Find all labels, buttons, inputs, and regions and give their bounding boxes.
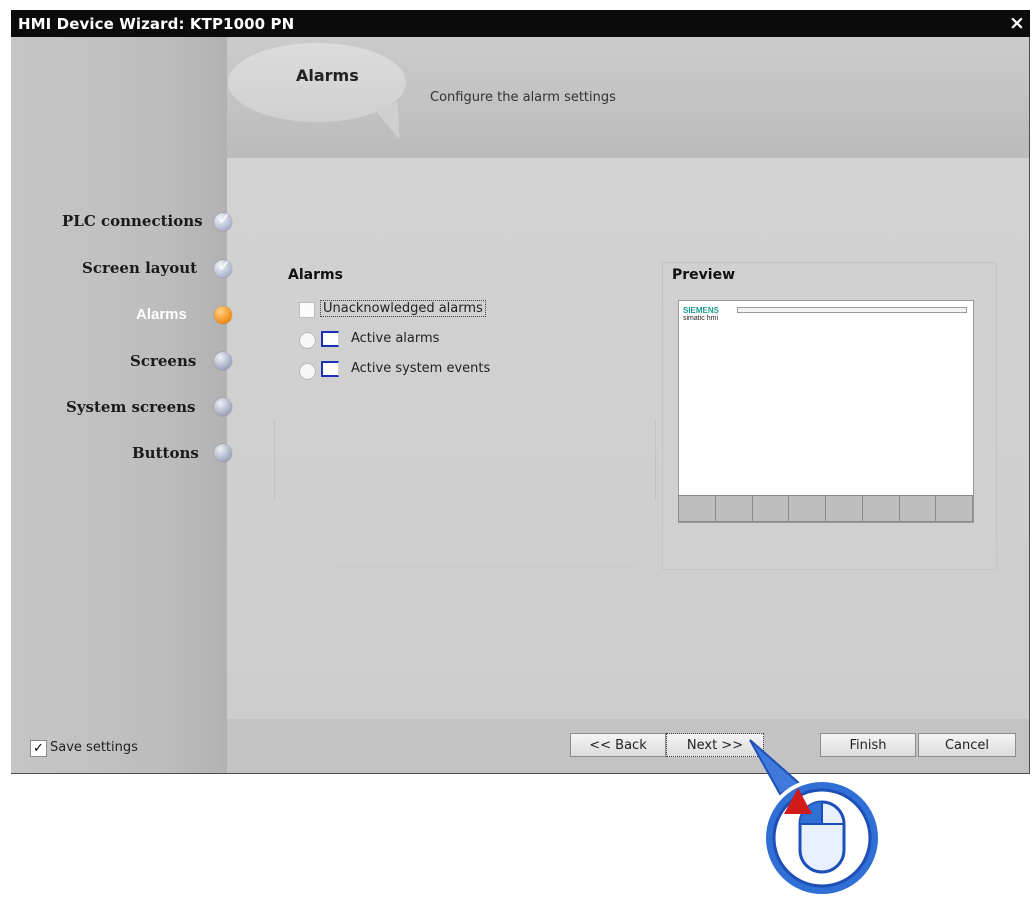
active-system-events-toggle[interactable] (299, 363, 316, 380)
alarm-window-icon (321, 331, 339, 347)
cancel-button[interactable]: Cancel (918, 733, 1016, 757)
unacknowledged-alarms-checkbox[interactable] (299, 302, 315, 318)
preview-screen: SIEMENS simatic hmi (678, 300, 974, 523)
function-key (825, 495, 863, 522)
function-key (861, 495, 900, 522)
group-divider (336, 566, 636, 567)
completed-check-icon (214, 210, 232, 231)
group-divider (655, 420, 656, 500)
nav-item-screen-layout[interactable]: Screen layout (82, 259, 206, 283)
function-key (678, 495, 716, 522)
pending-step-icon (214, 352, 232, 370)
active-alarms-label[interactable]: Active alarms (351, 331, 439, 346)
step-title: Alarms (296, 66, 359, 85)
mouse-left-click-icon (749, 739, 882, 898)
title-bar: HMI Device Wizard: KTP1000 PN × (11, 10, 1030, 37)
pending-step-icon (214, 398, 232, 416)
simatic-hmi-label: simatic hmi (683, 315, 719, 322)
alarm-window-icon (321, 361, 339, 377)
window-title: HMI Device Wizard: KTP1000 PN (18, 15, 295, 33)
close-icon[interactable]: × (1006, 12, 1028, 34)
active-system-events-label[interactable]: Active system events (351, 361, 490, 376)
nav-item-plc-connections[interactable]: PLC connections (62, 212, 206, 236)
active-alarms-toggle[interactable] (299, 332, 316, 349)
preview-alarm-line (737, 307, 967, 313)
mouse-click-callout (740, 732, 890, 898)
nav-item-buttons[interactable]: Buttons (132, 444, 206, 468)
function-key (714, 495, 753, 522)
preview-function-keys (678, 495, 973, 522)
nav-item-alarms[interactable]: Alarms (136, 306, 206, 330)
save-settings-label[interactable]: Save settings (50, 740, 138, 755)
function-key (751, 495, 790, 522)
unacknowledged-alarms-label[interactable]: Unacknowledged alarms (320, 300, 486, 317)
alarms-group-title: Alarms (288, 267, 343, 283)
function-key (788, 495, 826, 522)
function-key (935, 495, 973, 522)
save-settings-checkbox[interactable]: ✓ (30, 740, 47, 757)
current-step-icon (214, 306, 232, 324)
pending-step-icon (214, 444, 232, 462)
step-description: Configure the alarm settings (430, 90, 616, 105)
siemens-logo: SIEMENS (683, 306, 720, 315)
nav-item-system-screens[interactable]: System screens (66, 398, 206, 422)
group-divider (274, 420, 275, 500)
completed-check-icon (214, 257, 232, 278)
back-button[interactable]: << Back (570, 733, 666, 757)
nav-item-screens[interactable]: Screens (130, 352, 206, 376)
preview-title: Preview (672, 267, 736, 283)
function-key (898, 495, 937, 522)
